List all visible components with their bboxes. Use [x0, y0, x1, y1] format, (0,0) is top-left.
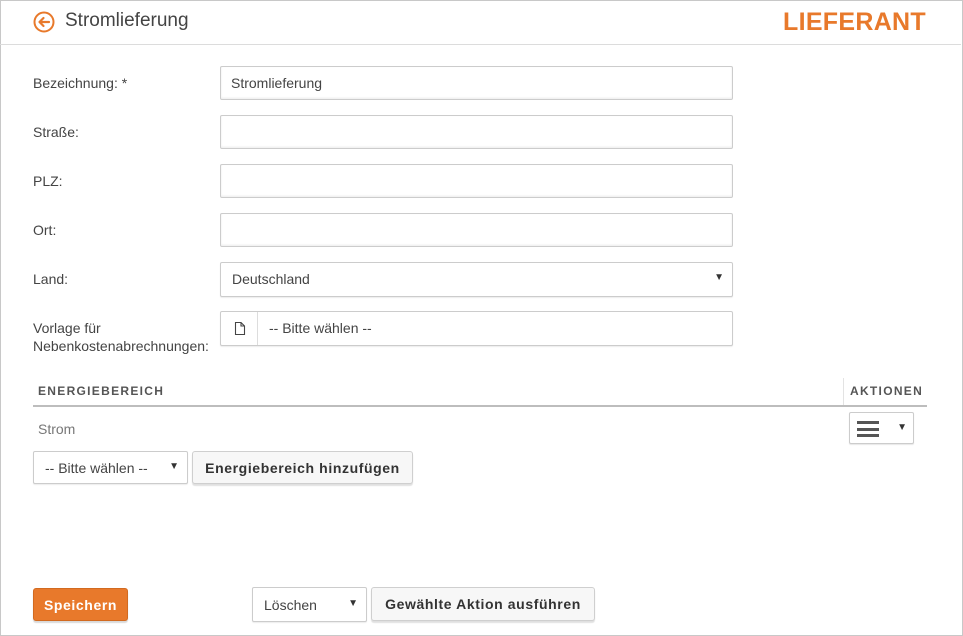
plz-input[interactable]: [220, 164, 733, 198]
vorlage-picker[interactable]: -- Bitte wählen --: [220, 311, 733, 346]
land-select[interactable]: Deutschland ▼: [220, 262, 733, 297]
column-divider: [843, 378, 844, 405]
strasse-input[interactable]: [220, 115, 733, 149]
ort-label: Ort:: [33, 222, 57, 238]
bulk-action-select[interactable]: Löschen ▼: [252, 587, 367, 622]
strasse-label: Straße:: [33, 124, 79, 140]
chevron-down-icon: ▼: [169, 461, 179, 472]
energiebereich-select[interactable]: -- Bitte wählen -- ▼: [33, 451, 188, 484]
page-header: Stromlieferung LIEFERANT: [0, 0, 961, 45]
ort-input[interactable]: [220, 213, 733, 247]
vorlage-picker-value: -- Bitte wählen --: [269, 320, 372, 336]
vorlage-label: Vorlage für Nebenkostenabrechnungen:: [33, 319, 209, 355]
chevron-down-icon: ▼: [714, 272, 724, 283]
table-row-name: Strom: [38, 421, 76, 437]
land-select-value: Deutschland: [232, 271, 310, 287]
chevron-down-icon: ▼: [897, 422, 907, 433]
vorlage-label-line2: Nebenkostenabrechnungen:: [33, 338, 209, 354]
page-title: Stromlieferung: [65, 10, 189, 31]
section-label: LIEFERANT: [783, 8, 926, 36]
plz-label: PLZ:: [33, 173, 63, 189]
bezeichnung-input[interactable]: [220, 66, 733, 100]
document-icon: [221, 312, 258, 345]
column-header-aktionen: AKTIONEN: [850, 384, 924, 398]
energiebereich-select-value: -- Bitte wählen --: [45, 460, 148, 476]
hamburger-menu-icon: [857, 421, 879, 437]
vorlage-label-line1: Vorlage für: [33, 320, 101, 336]
execute-action-button[interactable]: Gewählte Aktion ausführen: [371, 587, 595, 621]
row-actions-dropdown[interactable]: ▼: [849, 412, 914, 444]
table-header-divider: [33, 405, 927, 407]
save-button[interactable]: Speichern: [33, 588, 128, 621]
bezeichnung-label: Bezeichnung: *: [33, 75, 128, 91]
land-label: Land:: [33, 271, 69, 287]
column-header-energiebereich: ENERGIEBEREICH: [38, 384, 165, 398]
bulk-action-select-value: Löschen: [264, 597, 317, 613]
back-arrow-icon[interactable]: [33, 11, 55, 33]
add-energiebereich-button[interactable]: Energiebereich hinzufügen: [192, 451, 413, 484]
chevron-down-icon: ▼: [348, 598, 358, 609]
